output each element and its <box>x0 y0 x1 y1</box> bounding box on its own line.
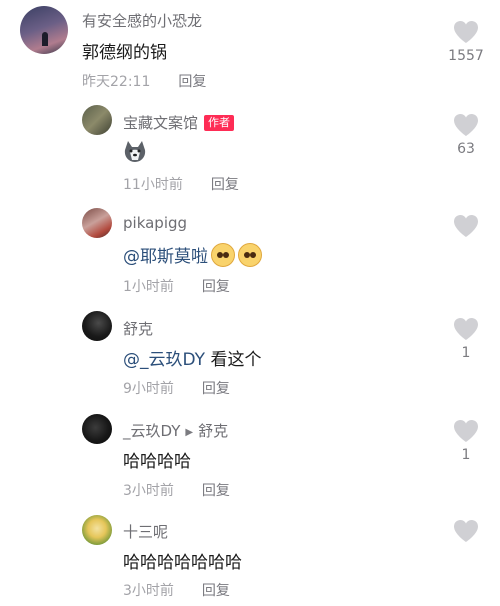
mention-link[interactable]: @耶斯莫啦 <box>123 247 208 267</box>
comment-meta: 3小时前 回复 <box>123 580 230 600</box>
mention-link[interactable]: @_云玖DY <box>123 350 205 370</box>
comment-time: 3小时前 <box>123 583 174 599</box>
like-count: 1 <box>461 345 471 361</box>
husky-dog-sticker <box>122 140 148 164</box>
username-text[interactable]: 宝藏文案馆 <box>123 114 198 132</box>
comment-text: @_云玖DY 看这个 <box>123 345 261 370</box>
heart-icon <box>454 420 478 442</box>
comment-text: 哈哈哈哈哈哈哈 <box>123 553 242 573</box>
avatar[interactable] <box>82 105 112 135</box>
username-text[interactable]: _云玖DY <box>123 422 180 440</box>
comment-time: 1小时前 <box>123 279 174 295</box>
like-button[interactable]: 1 <box>446 419 486 463</box>
comment-username[interactable]: pikapigg <box>123 214 187 232</box>
reply-button[interactable]: 回复 <box>202 483 230 499</box>
avatar[interactable] <box>20 6 68 54</box>
like-button[interactable] <box>446 214 486 242</box>
reply-button[interactable]: 回复 <box>202 279 230 295</box>
heart-icon <box>454 520 478 542</box>
reply-button[interactable]: 回复 <box>202 381 230 397</box>
reply-arrow-icon: ▶ <box>185 427 194 438</box>
sly-smile-emoji <box>238 243 262 267</box>
like-button[interactable]: 63 <box>446 113 486 157</box>
comment-username[interactable]: _云玖DY ▶ 舒克 <box>123 420 228 441</box>
comment-meta: 1小时前 回复 <box>123 276 230 296</box>
like-count: 1557 <box>448 48 484 64</box>
comment-time: 昨天22:11 <box>82 74 151 90</box>
comment-text: 郭德纲的锅 <box>82 43 167 63</box>
comment-text: 哈哈哈哈 <box>123 452 191 472</box>
comment-meta: 9小时前 回复 <box>123 378 230 398</box>
heart-icon <box>454 215 478 237</box>
comment-username[interactable]: 舒克 <box>123 318 153 339</box>
like-button[interactable]: 1 <box>446 317 486 361</box>
reply-button[interactable]: 回复 <box>178 74 206 90</box>
avatar[interactable] <box>82 208 112 238</box>
like-count: 1 <box>461 447 471 463</box>
comment-meta: 3小时前 回复 <box>123 480 230 500</box>
comment-meta: 11小时前 回复 <box>123 174 239 194</box>
avatar[interactable] <box>82 311 112 341</box>
comment-username[interactable]: 宝藏文案馆 作者 <box>123 112 235 133</box>
sly-smile-emoji <box>211 243 235 267</box>
comment-time: 9小时前 <box>123 381 174 397</box>
comment-username[interactable]: 有安全感的小恐龙 <box>82 10 202 31</box>
comment-username[interactable]: 十三呢 <box>123 521 168 542</box>
comment-text-body: 看这个 <box>205 350 262 370</box>
like-button[interactable] <box>446 519 486 547</box>
reply-button[interactable]: 回复 <box>211 177 239 193</box>
avatar[interactable] <box>82 515 112 545</box>
like-button[interactable]: 1557 <box>446 20 486 64</box>
heart-icon <box>454 21 478 43</box>
avatar[interactable] <box>82 414 112 444</box>
heart-icon <box>454 318 478 340</box>
heart-icon <box>454 114 478 136</box>
like-count: 63 <box>457 141 475 157</box>
reply-button[interactable]: 回复 <box>202 583 230 599</box>
comment-time: 11小时前 <box>123 177 183 193</box>
comment-text: @耶斯莫啦 <box>123 242 262 267</box>
comment-meta: 昨天22:11 回复 <box>82 71 206 91</box>
author-badge: 作者 <box>204 115 235 131</box>
comment-time: 3小时前 <box>123 483 174 499</box>
reply-to-username[interactable]: 舒克 <box>198 422 228 440</box>
